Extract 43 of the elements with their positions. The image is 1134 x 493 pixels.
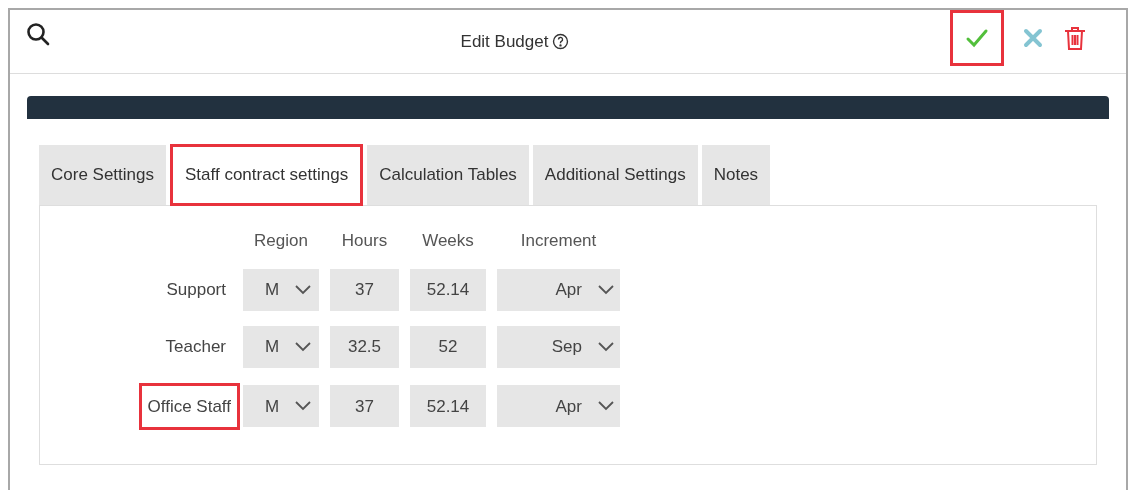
tab[interactable]: Calculation Tables: [367, 145, 529, 205]
column-header: Region: [253, 230, 309, 252]
close-icon: [1023, 28, 1043, 48]
hours-field[interactable]: 37: [330, 385, 399, 428]
chevron-down-icon: [598, 341, 614, 352]
select-value: M: [265, 335, 280, 358]
help-icon[interactable]: [552, 33, 570, 50]
row-label: Teacher: [164, 335, 227, 358]
weeks-field[interactable]: 52.14: [410, 385, 486, 428]
window-title: Edit Budget: [460, 30, 549, 53]
region-select[interactable]: M: [243, 325, 319, 368]
tab[interactable]: Additional Settings: [532, 145, 698, 205]
search-icon[interactable]: [26, 22, 50, 46]
tab[interactable]: Staff contract settings: [170, 144, 364, 206]
region-select[interactable]: M: [243, 268, 319, 311]
row-label: Support: [165, 278, 227, 301]
region-select[interactable]: M: [243, 385, 319, 428]
chevron-down-icon: [295, 284, 311, 295]
chevron-down-icon: [598, 401, 614, 412]
weeks-field[interactable]: 52.14: [410, 268, 486, 311]
save-button[interactable]: [950, 10, 1004, 66]
chevron-down-icon: [295, 401, 311, 412]
tab[interactable]: Core Settings: [39, 145, 166, 205]
chevron-down-icon: [295, 341, 311, 352]
trash-icon: [1064, 25, 1086, 51]
hours-field[interactable]: 32.5: [330, 325, 399, 368]
hours-field[interactable]: 37: [330, 268, 399, 311]
row-label: Office Staff: [138, 382, 240, 430]
column-header: Weeks: [421, 230, 475, 252]
chevron-down-icon: [598, 284, 614, 295]
weeks-field[interactable]: 52: [410, 325, 486, 368]
select-value: M: [265, 395, 280, 418]
increment-select[interactable]: Sep: [497, 325, 620, 368]
delete-button[interactable]: [1062, 24, 1088, 52]
tab[interactable]: Notes: [701, 145, 771, 205]
increment-select[interactable]: Apr: [497, 268, 620, 311]
select-value: M: [265, 278, 280, 301]
column-header: Hours: [340, 230, 389, 252]
increment-select[interactable]: Apr: [497, 385, 620, 428]
select-value: Apr: [555, 395, 582, 418]
select-value: Apr: [555, 278, 582, 301]
column-header: Increment: [519, 230, 598, 252]
select-value: Sep: [551, 335, 582, 358]
